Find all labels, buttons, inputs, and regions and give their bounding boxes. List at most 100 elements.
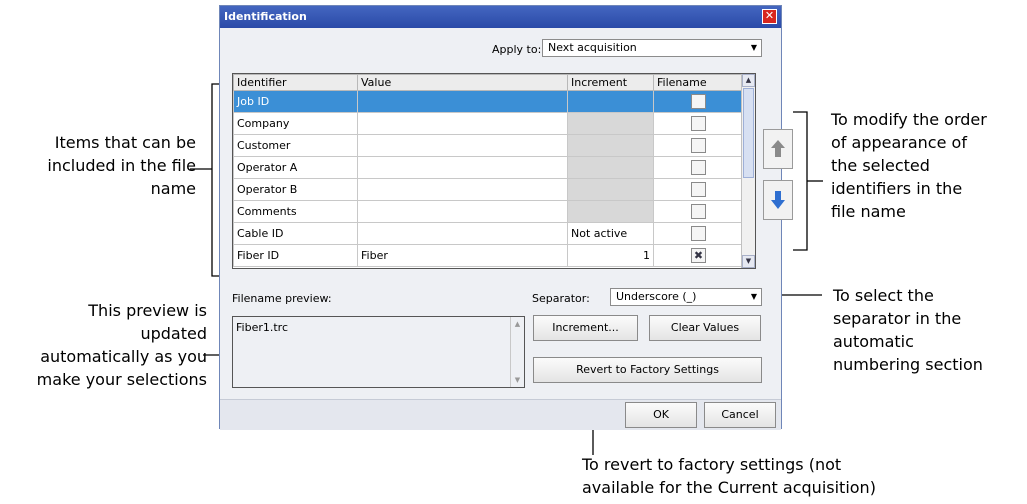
identifier-grid: Identifier Value Increment Filename Job … [232, 73, 756, 269]
increment-button[interactable]: Increment... [533, 315, 638, 341]
increment-cell [567, 134, 654, 157]
identifier-cell[interactable]: Comments [233, 200, 358, 223]
identifier-cell[interactable]: Operator B [233, 178, 358, 201]
identification-dialog: Identification ✕ Apply to: Next acquisit… [219, 5, 793, 430]
filename-preview-box: Fiber1.trc ▲ ▼ [232, 316, 525, 388]
chevron-down-icon: ▼ [750, 43, 757, 52]
ok-button[interactable]: OK [625, 402, 697, 428]
separator-select[interactable]: Underscore (_) ▼ [610, 288, 762, 306]
table-row[interactable]: Fiber ID Fiber 1 ✖ [233, 244, 744, 267]
filename-preview-text: Fiber1.trc [236, 321, 288, 334]
close-icon: ✕ [764, 9, 775, 22]
separator-label: Separator: [532, 292, 590, 305]
callout-separator-line2: separator in the [833, 309, 962, 328]
value-cell[interactable] [357, 178, 568, 201]
callout-items: Items that can be included in the file n… [0, 131, 196, 200]
x-mark-icon: ✖ [693, 249, 704, 262]
identifier-cell[interactable]: Customer [233, 134, 358, 157]
filename-cell [653, 112, 744, 135]
identifier-cell[interactable]: Company [233, 112, 358, 135]
separator-value: Underscore (_) [616, 290, 697, 303]
increment-cell[interactable] [567, 90, 654, 113]
table-row[interactable]: Comments [233, 200, 744, 223]
table-row[interactable]: Operator A [233, 156, 744, 179]
callout-order-line2: of appearance of [831, 133, 967, 152]
identifier-cell[interactable]: Fiber ID [233, 244, 358, 267]
scroll-up-icon[interactable]: ▲ [511, 318, 524, 330]
callout-order-line3: the selected [831, 156, 930, 175]
clear-values-button[interactable]: Clear Values [649, 315, 761, 341]
arrow-up-icon [771, 140, 785, 157]
value-cell[interactable] [357, 134, 568, 157]
column-header-identifier[interactable]: Identifier [233, 74, 358, 91]
value-cell[interactable] [357, 222, 568, 245]
identifier-cell[interactable]: Job ID [233, 90, 358, 113]
filename-cell [653, 90, 744, 113]
apply-to-label: Apply to: [492, 43, 542, 56]
table-row[interactable]: Company [233, 112, 744, 135]
value-cell[interactable] [357, 156, 568, 179]
column-header-value[interactable]: Value [357, 74, 568, 91]
callout-order-line4: identifiers in the [831, 179, 963, 198]
filename-checkbox[interactable] [691, 94, 706, 109]
filename-checkbox[interactable] [691, 204, 706, 219]
callout-order-line5: file name [831, 202, 906, 221]
filename-cell [653, 200, 744, 223]
filename-checkbox-checked[interactable]: ✖ [691, 248, 706, 263]
callout-items-line3: name [150, 179, 196, 198]
callout-items-line2: included in the file [47, 156, 196, 175]
scroll-down-icon[interactable]: ▼ [742, 255, 755, 268]
increment-cell[interactable]: 1 [567, 244, 654, 267]
apply-to-select[interactable]: Next acquisition ▼ [542, 39, 762, 57]
increment-cell [567, 156, 654, 179]
filename-cell [653, 156, 744, 179]
filename-checkbox[interactable] [691, 160, 706, 175]
arrow-down-icon [771, 191, 785, 209]
grid-scrollbar[interactable]: ▲ ▼ [741, 74, 755, 268]
apply-to-value: Next acquisition [548, 41, 637, 54]
increment-cell[interactable]: Not active [567, 222, 654, 245]
filename-checkbox[interactable] [691, 226, 706, 241]
callout-revert: To revert to factory settings (not avail… [582, 453, 912, 499]
filename-checkbox[interactable] [691, 116, 706, 131]
value-cell[interactable] [357, 112, 568, 135]
move-down-button[interactable] [763, 180, 793, 220]
callout-preview: This preview is updated automatically as… [0, 299, 207, 391]
column-header-filename[interactable]: Filename [653, 74, 744, 91]
close-button[interactable]: ✕ [762, 9, 777, 24]
cancel-button[interactable]: Cancel [704, 402, 776, 428]
filename-checkbox[interactable] [691, 182, 706, 197]
filename-preview-label: Filename preview: [232, 292, 332, 305]
value-cell[interactable] [357, 90, 568, 113]
dialog-title: Identification [224, 10, 307, 23]
callout-preview-line2: updated [140, 324, 207, 343]
title-bar: Identification ✕ [220, 6, 781, 28]
increment-cell [567, 200, 654, 223]
scroll-thumb[interactable] [743, 88, 754, 178]
value-cell[interactable]: Fiber [357, 244, 568, 267]
filename-cell [653, 134, 744, 157]
callout-separator-line4: numbering section [833, 355, 983, 374]
column-header-increment[interactable]: Increment [567, 74, 654, 91]
filename-cell: ✖ [653, 244, 744, 267]
identifier-cell[interactable]: Cable ID [233, 222, 358, 245]
filename-checkbox[interactable] [691, 138, 706, 153]
filename-cell [653, 222, 744, 245]
move-up-button[interactable] [763, 129, 793, 169]
callout-separator-line1: To select the [833, 286, 934, 305]
table-row[interactable]: Customer [233, 134, 744, 157]
grid-header-row: Identifier Value Increment Filename [233, 74, 744, 91]
value-cell[interactable] [357, 200, 568, 223]
table-row[interactable]: Job ID [233, 90, 744, 113]
scroll-down-icon[interactable]: ▼ [511, 374, 524, 386]
table-row[interactable]: Cable ID Not active [233, 222, 744, 245]
chevron-down-icon: ▼ [750, 292, 757, 301]
table-row[interactable]: Operator B [233, 178, 744, 201]
callout-items-line1: Items that can be [54, 133, 196, 152]
preview-scrollbar[interactable]: ▲ ▼ [510, 317, 524, 387]
revert-factory-settings-button[interactable]: Revert to Factory Settings [533, 357, 762, 383]
callout-order-line1: To modify the order [831, 110, 987, 129]
scroll-up-icon[interactable]: ▲ [742, 74, 755, 87]
identifier-cell[interactable]: Operator A [233, 156, 358, 179]
order-bracket [793, 111, 808, 251]
